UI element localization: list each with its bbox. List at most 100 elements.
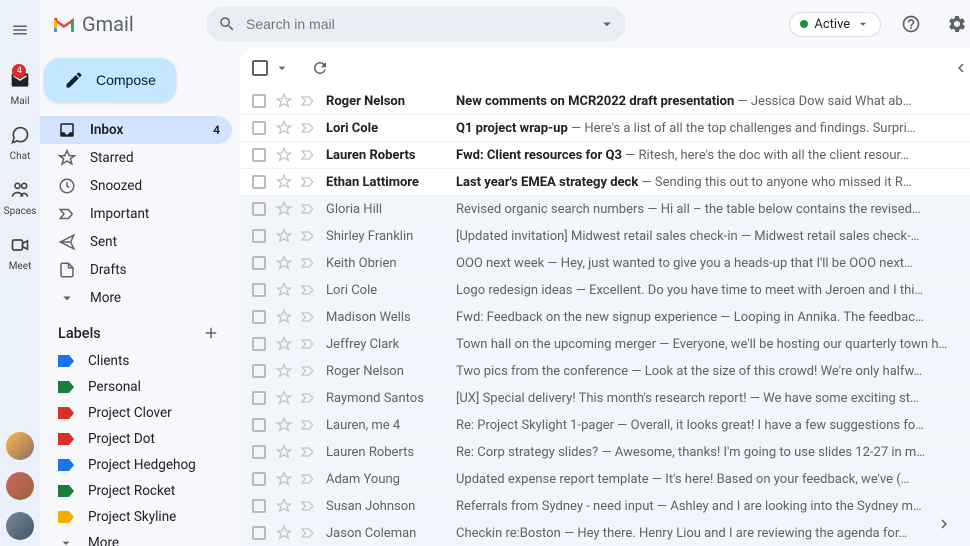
star-icon[interactable] bbox=[276, 471, 292, 487]
star-icon[interactable] bbox=[276, 309, 292, 325]
side-panel-toggle[interactable] bbox=[930, 510, 958, 538]
nav-snoozed[interactable]: Snoozed bbox=[40, 172, 232, 200]
row-checkbox[interactable] bbox=[252, 283, 266, 297]
newer-button[interactable] bbox=[945, 52, 970, 84]
importance-icon[interactable] bbox=[300, 444, 316, 460]
gmail-logo[interactable]: Gmail bbox=[52, 12, 192, 36]
label-project-skyline[interactable]: Project Skyline bbox=[40, 504, 232, 530]
importance-icon[interactable] bbox=[300, 417, 316, 433]
email-row[interactable]: Lauren, me 4 Re: Project Skylight 1-page… bbox=[240, 412, 970, 439]
email-row[interactable]: Roger Nelson New comments on MCR2022 dra… bbox=[240, 88, 970, 115]
importance-icon[interactable] bbox=[300, 93, 316, 109]
email-row[interactable]: Shirley Franklin [Updated invitation] Mi… bbox=[240, 223, 970, 250]
row-checkbox[interactable] bbox=[252, 121, 266, 135]
star-icon[interactable] bbox=[276, 417, 292, 433]
star-icon[interactable] bbox=[276, 336, 292, 352]
settings-button[interactable] bbox=[941, 8, 970, 40]
star-icon[interactable] bbox=[276, 282, 292, 298]
importance-icon[interactable] bbox=[300, 201, 316, 217]
importance-icon[interactable] bbox=[300, 255, 316, 271]
importance-icon[interactable] bbox=[300, 498, 316, 514]
star-icon[interactable] bbox=[276, 255, 292, 271]
nav-inbox[interactable]: Inbox4 bbox=[40, 116, 232, 144]
star-icon[interactable] bbox=[276, 174, 292, 190]
search-options-icon[interactable] bbox=[598, 15, 616, 33]
importance-icon[interactable] bbox=[300, 363, 316, 379]
email-row[interactable]: Lauren Roberts Fwd: Client resources for… bbox=[240, 142, 970, 169]
row-checkbox[interactable] bbox=[252, 175, 266, 189]
importance-icon[interactable] bbox=[300, 174, 316, 190]
row-checkbox[interactable] bbox=[252, 445, 266, 459]
row-checkbox[interactable] bbox=[252, 499, 266, 513]
row-checkbox[interactable] bbox=[252, 148, 266, 162]
select-all-checkbox[interactable] bbox=[252, 60, 268, 76]
chat-avatar-3[interactable] bbox=[6, 512, 34, 540]
email-row[interactable]: Gloria Hill Revised organic search numbe… bbox=[240, 196, 970, 223]
search-input[interactable] bbox=[246, 16, 614, 32]
star-icon[interactable] bbox=[276, 93, 292, 109]
labels-more[interactable]: More bbox=[40, 530, 232, 546]
star-icon[interactable] bbox=[276, 201, 292, 217]
nav-more[interactable]: More bbox=[40, 284, 232, 312]
star-icon[interactable] bbox=[276, 120, 292, 136]
importance-icon[interactable] bbox=[300, 228, 316, 244]
email-row[interactable]: Adam Young Updated expense report templa… bbox=[240, 466, 970, 493]
email-row[interactable]: Ethan Lattimore Last year's EMEA strateg… bbox=[240, 169, 970, 196]
importance-icon[interactable] bbox=[300, 336, 316, 352]
email-row[interactable]: Roger Nelson Two pics from the conferenc… bbox=[240, 358, 970, 385]
label-personal[interactable]: Personal bbox=[40, 374, 232, 400]
importance-icon[interactable] bbox=[300, 525, 316, 541]
label-clients[interactable]: Clients bbox=[40, 348, 232, 374]
importance-icon[interactable] bbox=[300, 120, 316, 136]
status-chip[interactable]: Active bbox=[789, 12, 881, 37]
rail-chat[interactable]: Chat bbox=[4, 115, 37, 170]
label-project-rocket[interactable]: Project Rocket bbox=[40, 478, 232, 504]
email-row[interactable]: Susan Johnson Referrals from Sydney - ne… bbox=[240, 493, 970, 520]
row-checkbox[interactable] bbox=[252, 526, 266, 540]
nav-sent[interactable]: Sent bbox=[40, 228, 232, 256]
row-checkbox[interactable] bbox=[252, 94, 266, 108]
nav-important[interactable]: Important bbox=[40, 200, 232, 228]
add-label-button[interactable] bbox=[202, 324, 220, 342]
importance-icon[interactable] bbox=[300, 147, 316, 163]
chat-avatar-2[interactable] bbox=[6, 472, 34, 500]
star-icon[interactable] bbox=[276, 444, 292, 460]
email-row[interactable]: Jeffrey Clark Town hall on the upcoming … bbox=[240, 331, 970, 358]
select-dropdown-icon[interactable] bbox=[274, 60, 290, 76]
row-checkbox[interactable] bbox=[252, 472, 266, 486]
row-checkbox[interactable] bbox=[252, 364, 266, 378]
row-checkbox[interactable] bbox=[252, 256, 266, 270]
search-bar[interactable] bbox=[206, 6, 626, 42]
row-checkbox[interactable] bbox=[252, 337, 266, 351]
compose-button[interactable]: Compose bbox=[44, 58, 176, 102]
email-row[interactable]: Keith Obrien OOO next week — Hey, just w… bbox=[240, 250, 970, 277]
importance-icon[interactable] bbox=[300, 282, 316, 298]
email-row[interactable]: Raymond Santos [UX] Special delivery! Th… bbox=[240, 385, 970, 412]
support-button[interactable] bbox=[895, 8, 927, 40]
main-menu-button[interactable] bbox=[0, 10, 40, 50]
rail-meet[interactable]: Meet bbox=[4, 225, 37, 280]
importance-icon[interactable] bbox=[300, 471, 316, 487]
star-icon[interactable] bbox=[276, 390, 292, 406]
star-icon[interactable] bbox=[276, 525, 292, 541]
nav-drafts[interactable]: Drafts bbox=[40, 256, 232, 284]
star-icon[interactable] bbox=[276, 147, 292, 163]
label-project-dot[interactable]: Project Dot bbox=[40, 426, 232, 452]
email-row[interactable]: Lauren Roberts Re: Corp strategy slides?… bbox=[240, 439, 970, 466]
importance-icon[interactable] bbox=[300, 390, 316, 406]
importance-icon[interactable] bbox=[300, 309, 316, 325]
email-row[interactable]: Madison Wells Fwd: Feedback on the new s… bbox=[240, 304, 970, 331]
row-checkbox[interactable] bbox=[252, 418, 266, 432]
email-row[interactable]: Lori Cole Q1 project wrap-up — Here's a … bbox=[240, 115, 970, 142]
email-row[interactable]: Lori Cole Logo redesign ideas — Excellen… bbox=[240, 277, 970, 304]
chat-avatar-1[interactable] bbox=[6, 432, 34, 460]
row-checkbox[interactable] bbox=[252, 229, 266, 243]
email-row[interactable]: Jason Coleman Checkin re:Boston — Hey th… bbox=[240, 520, 970, 546]
rail-mail[interactable]: Mail4 bbox=[4, 60, 37, 115]
row-checkbox[interactable] bbox=[252, 202, 266, 216]
nav-starred[interactable]: Starred bbox=[40, 144, 232, 172]
refresh-button[interactable] bbox=[304, 52, 336, 84]
star-icon[interactable] bbox=[276, 363, 292, 379]
row-checkbox[interactable] bbox=[252, 391, 266, 405]
label-project-clover[interactable]: Project Clover bbox=[40, 400, 232, 426]
